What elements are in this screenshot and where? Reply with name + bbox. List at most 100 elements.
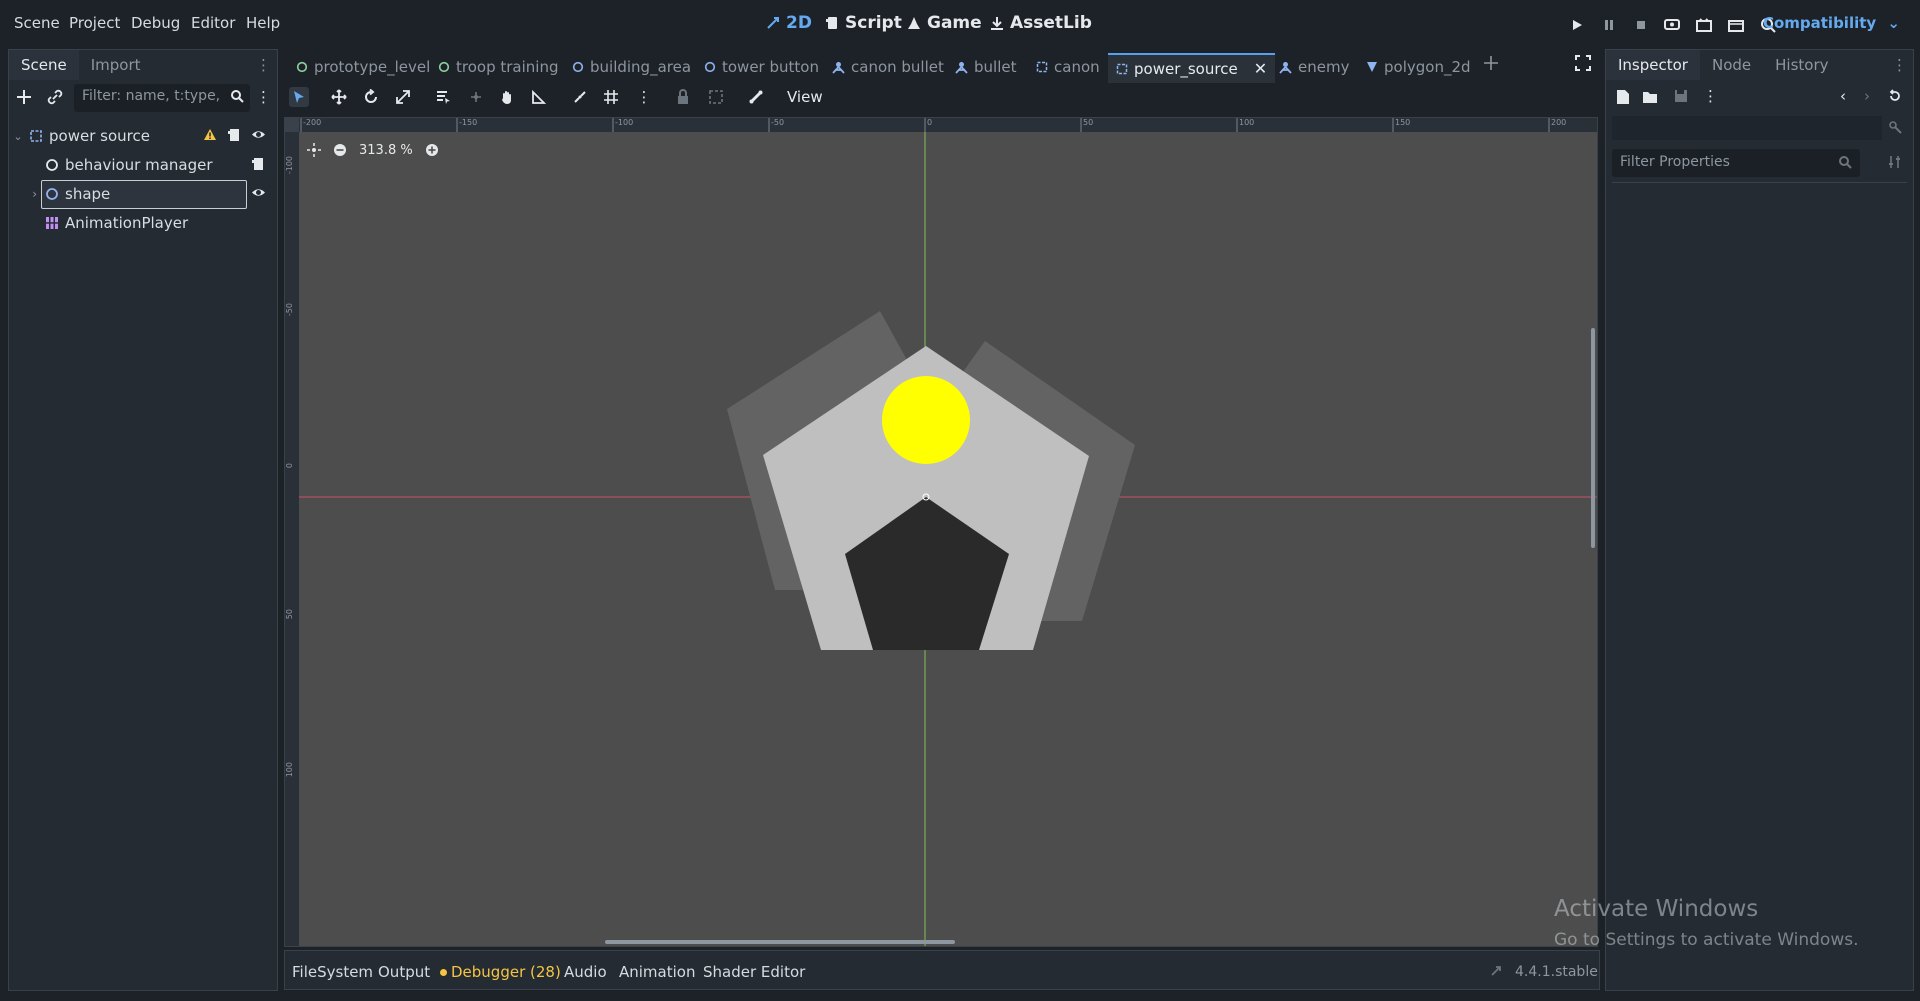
snap-options-icon[interactable]: ⋮ [634, 87, 654, 107]
bottom-tab-audio[interactable]: Audio [564, 963, 607, 981]
property-tools-icon[interactable] [1888, 155, 1902, 169]
workspace-assetlib-button[interactable]: AssetLib [990, 13, 1092, 33]
add-node-button[interactable] [15, 88, 33, 106]
renderer-selector[interactable]: Compatibility ⌄ [1763, 14, 1900, 32]
tab-scene[interactable]: Scene [9, 50, 79, 80]
vertical-scrollbar[interactable] [1591, 328, 1595, 548]
dock-menu-icon[interactable]: ⋮ [256, 56, 277, 74]
tab-import[interactable]: Import [79, 50, 153, 80]
list-select-icon[interactable] [433, 87, 453, 107]
canvas-viewport[interactable]: -200 -150 -100 -50 0 50 100 150 200 -100… [284, 117, 1598, 947]
play-custom-scene-icon[interactable] [1726, 15, 1746, 35]
pause-icon[interactable] [1599, 15, 1619, 35]
workspace-game-button[interactable]: Game [907, 13, 982, 33]
script-icon[interactable] [251, 157, 264, 171]
history-back-icon[interactable]: ‹ [1840, 87, 1846, 105]
lock-icon[interactable] [673, 87, 693, 107]
scene-tab-polygon-2d[interactable]: polygon_2d [1366, 53, 1471, 81]
menu-help[interactable]: Help [246, 14, 280, 32]
inspector-options-icon[interactable]: ⋮ [1703, 87, 1718, 105]
pivot-icon[interactable] [466, 87, 486, 107]
stop-icon[interactable] [1631, 15, 1651, 35]
play-scene-icon[interactable] [1694, 15, 1714, 35]
menu-scene[interactable]: Scene [14, 14, 60, 32]
horizontal-scrollbar[interactable] [605, 940, 955, 944]
update-spinner-icon[interactable] [1490, 965, 1504, 979]
scene-tab-enemy[interactable]: enemy [1279, 53, 1349, 81]
center-view-icon[interactable] [307, 143, 321, 157]
visibility-eye-icon[interactable] [251, 186, 266, 199]
smart-snap-icon[interactable] [570, 87, 590, 107]
group-icon[interactable] [706, 87, 726, 107]
chevron-down-icon[interactable]: ⌄ [9, 130, 27, 143]
chevron-right-icon[interactable]: › [9, 187, 37, 201]
filter-properties-input[interactable]: Filter Properties [1612, 149, 1860, 177]
dock-menu-icon[interactable]: ⋮ [1892, 56, 1913, 74]
engine-version-label: 4.4.1.stable [1515, 964, 1598, 980]
open-folder-icon[interactable] [1642, 90, 1658, 104]
bottom-tab-debugger[interactable]: Debugger (28) [440, 963, 561, 981]
rotate-mode-icon[interactable] [361, 87, 381, 107]
scene-tree: ⌄ power source behaviour manager › shape… [9, 122, 277, 242]
tab-history[interactable]: History [1763, 50, 1840, 80]
scene-tab-canon-bullet[interactable]: canon bullet [832, 53, 944, 81]
close-icon[interactable]: ✕ [1254, 55, 1267, 83]
node2d-icon [45, 187, 59, 201]
tree-item-shape[interactable]: › shape [9, 180, 279, 209]
zoom-out-icon[interactable] [333, 143, 347, 157]
scale-mode-icon[interactable] [393, 87, 413, 107]
play-icon[interactable] [1567, 15, 1587, 35]
object-history-icon[interactable] [1888, 89, 1902, 103]
object-path-field[interactable] [1612, 116, 1882, 140]
menu-debug[interactable]: Debug [131, 14, 180, 32]
scene-tab-canon[interactable]: canon [1036, 53, 1100, 81]
new-resource-icon[interactable] [1616, 89, 1630, 105]
workspace-2d-button[interactable]: 2D [766, 13, 812, 33]
view-menu-button[interactable]: View [787, 88, 823, 106]
pan-mode-icon[interactable] [497, 87, 517, 107]
tree-item-power-source[interactable]: ⌄ power source [9, 122, 279, 150]
ruler-mode-icon[interactable] [529, 87, 549, 107]
bottom-tab-animation[interactable]: Animation [619, 963, 695, 981]
node-icon [45, 158, 59, 172]
bottom-tab-filesystem[interactable]: FileSystem [292, 963, 373, 981]
search-icon [230, 89, 244, 103]
add-scene-tab-button[interactable] [1483, 55, 1499, 71]
tab-inspector[interactable]: Inspector [1606, 50, 1700, 80]
polygon-icon [1366, 61, 1378, 73]
skeleton-bone-icon[interactable] [746, 87, 766, 107]
move-mode-icon[interactable] [329, 87, 349, 107]
link-icon[interactable] [47, 89, 63, 105]
zoom-level-label[interactable]: 313.8 % [359, 143, 413, 158]
tree-item-behaviour-manager[interactable]: behaviour manager [9, 151, 279, 179]
scene-tab-tower-button[interactable]: tower button [704, 53, 819, 81]
menu-editor[interactable]: Editor [191, 14, 235, 32]
scene-tab-label: canon bullet [851, 58, 944, 76]
menu-project[interactable]: Project [69, 14, 120, 32]
save-icon[interactable] [1674, 89, 1688, 103]
tab-node[interactable]: Node [1700, 50, 1763, 80]
scene-tab-building-area[interactable]: building_area [572, 53, 691, 81]
scene-filter-input[interactable]: Filter: name, t:type, [74, 84, 250, 112]
scene-options-icon[interactable]: ⋮ [256, 88, 271, 106]
remote-debug-icon[interactable] [1662, 15, 1682, 35]
scene-tab-power-source[interactable]: power_source ✕ [1108, 53, 1276, 83]
scene-tab-bullet[interactable]: bullet [955, 53, 1016, 81]
select-mode-icon[interactable] [289, 87, 309, 107]
zoom-in-icon[interactable] [425, 143, 439, 157]
scene-tab-troop-training[interactable]: troop training [438, 53, 558, 81]
bottom-tab-shader-editor[interactable]: Shader Editor [703, 963, 805, 981]
bottom-tab-output[interactable]: Output [378, 963, 430, 981]
visibility-eye-icon[interactable] [251, 128, 266, 141]
control-icon [572, 61, 584, 73]
history-forward-icon[interactable]: › [1864, 87, 1870, 105]
tree-item-animation-player[interactable]: AnimationPlayer [9, 209, 279, 237]
distraction-free-icon[interactable] [1575, 55, 1591, 71]
grid-snap-icon[interactable] [601, 87, 621, 107]
object-selector-icon[interactable] [1888, 120, 1902, 134]
workspace-script-button[interactable]: Script [825, 13, 902, 33]
scene-tab-prototype-level[interactable]: prototype_level [296, 53, 430, 81]
script-icon[interactable] [227, 128, 240, 142]
node2d-icon [1036, 61, 1048, 73]
warning-icon[interactable] [203, 128, 217, 141]
